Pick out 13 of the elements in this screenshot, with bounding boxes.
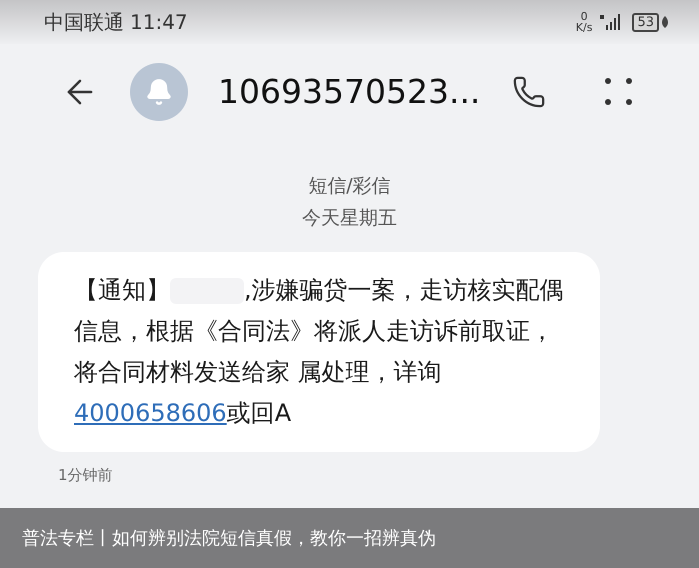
carrier-name: 中国联通 — [44, 9, 124, 36]
caption-text: 普法专栏丨如何辨别法院短信真假，教你一招辨真伪 — [22, 526, 436, 550]
message-time: 1分钟前 — [58, 465, 113, 486]
channel-label: 短信/彩信 — [308, 174, 391, 199]
contact-number: 10693570523... — [218, 71, 480, 114]
leaf-icon — [661, 16, 669, 28]
call-button[interactable] — [512, 75, 546, 109]
battery-indicator: 53 — [632, 12, 659, 32]
phone-link[interactable]: 4000658606 — [74, 399, 227, 427]
clock: 11:47 — [130, 9, 188, 36]
message-text: 【通知】 ,涉嫌骗贷一案，走访核实配偶信息，根据《合同法》将派人走访诉前取证，将合同材料发送给家 属处理，详询 4000658606或回A — [74, 275, 564, 429]
network-speed: 0 K/s — [576, 11, 592, 33]
date-label: 今天星期五 — [302, 206, 397, 231]
